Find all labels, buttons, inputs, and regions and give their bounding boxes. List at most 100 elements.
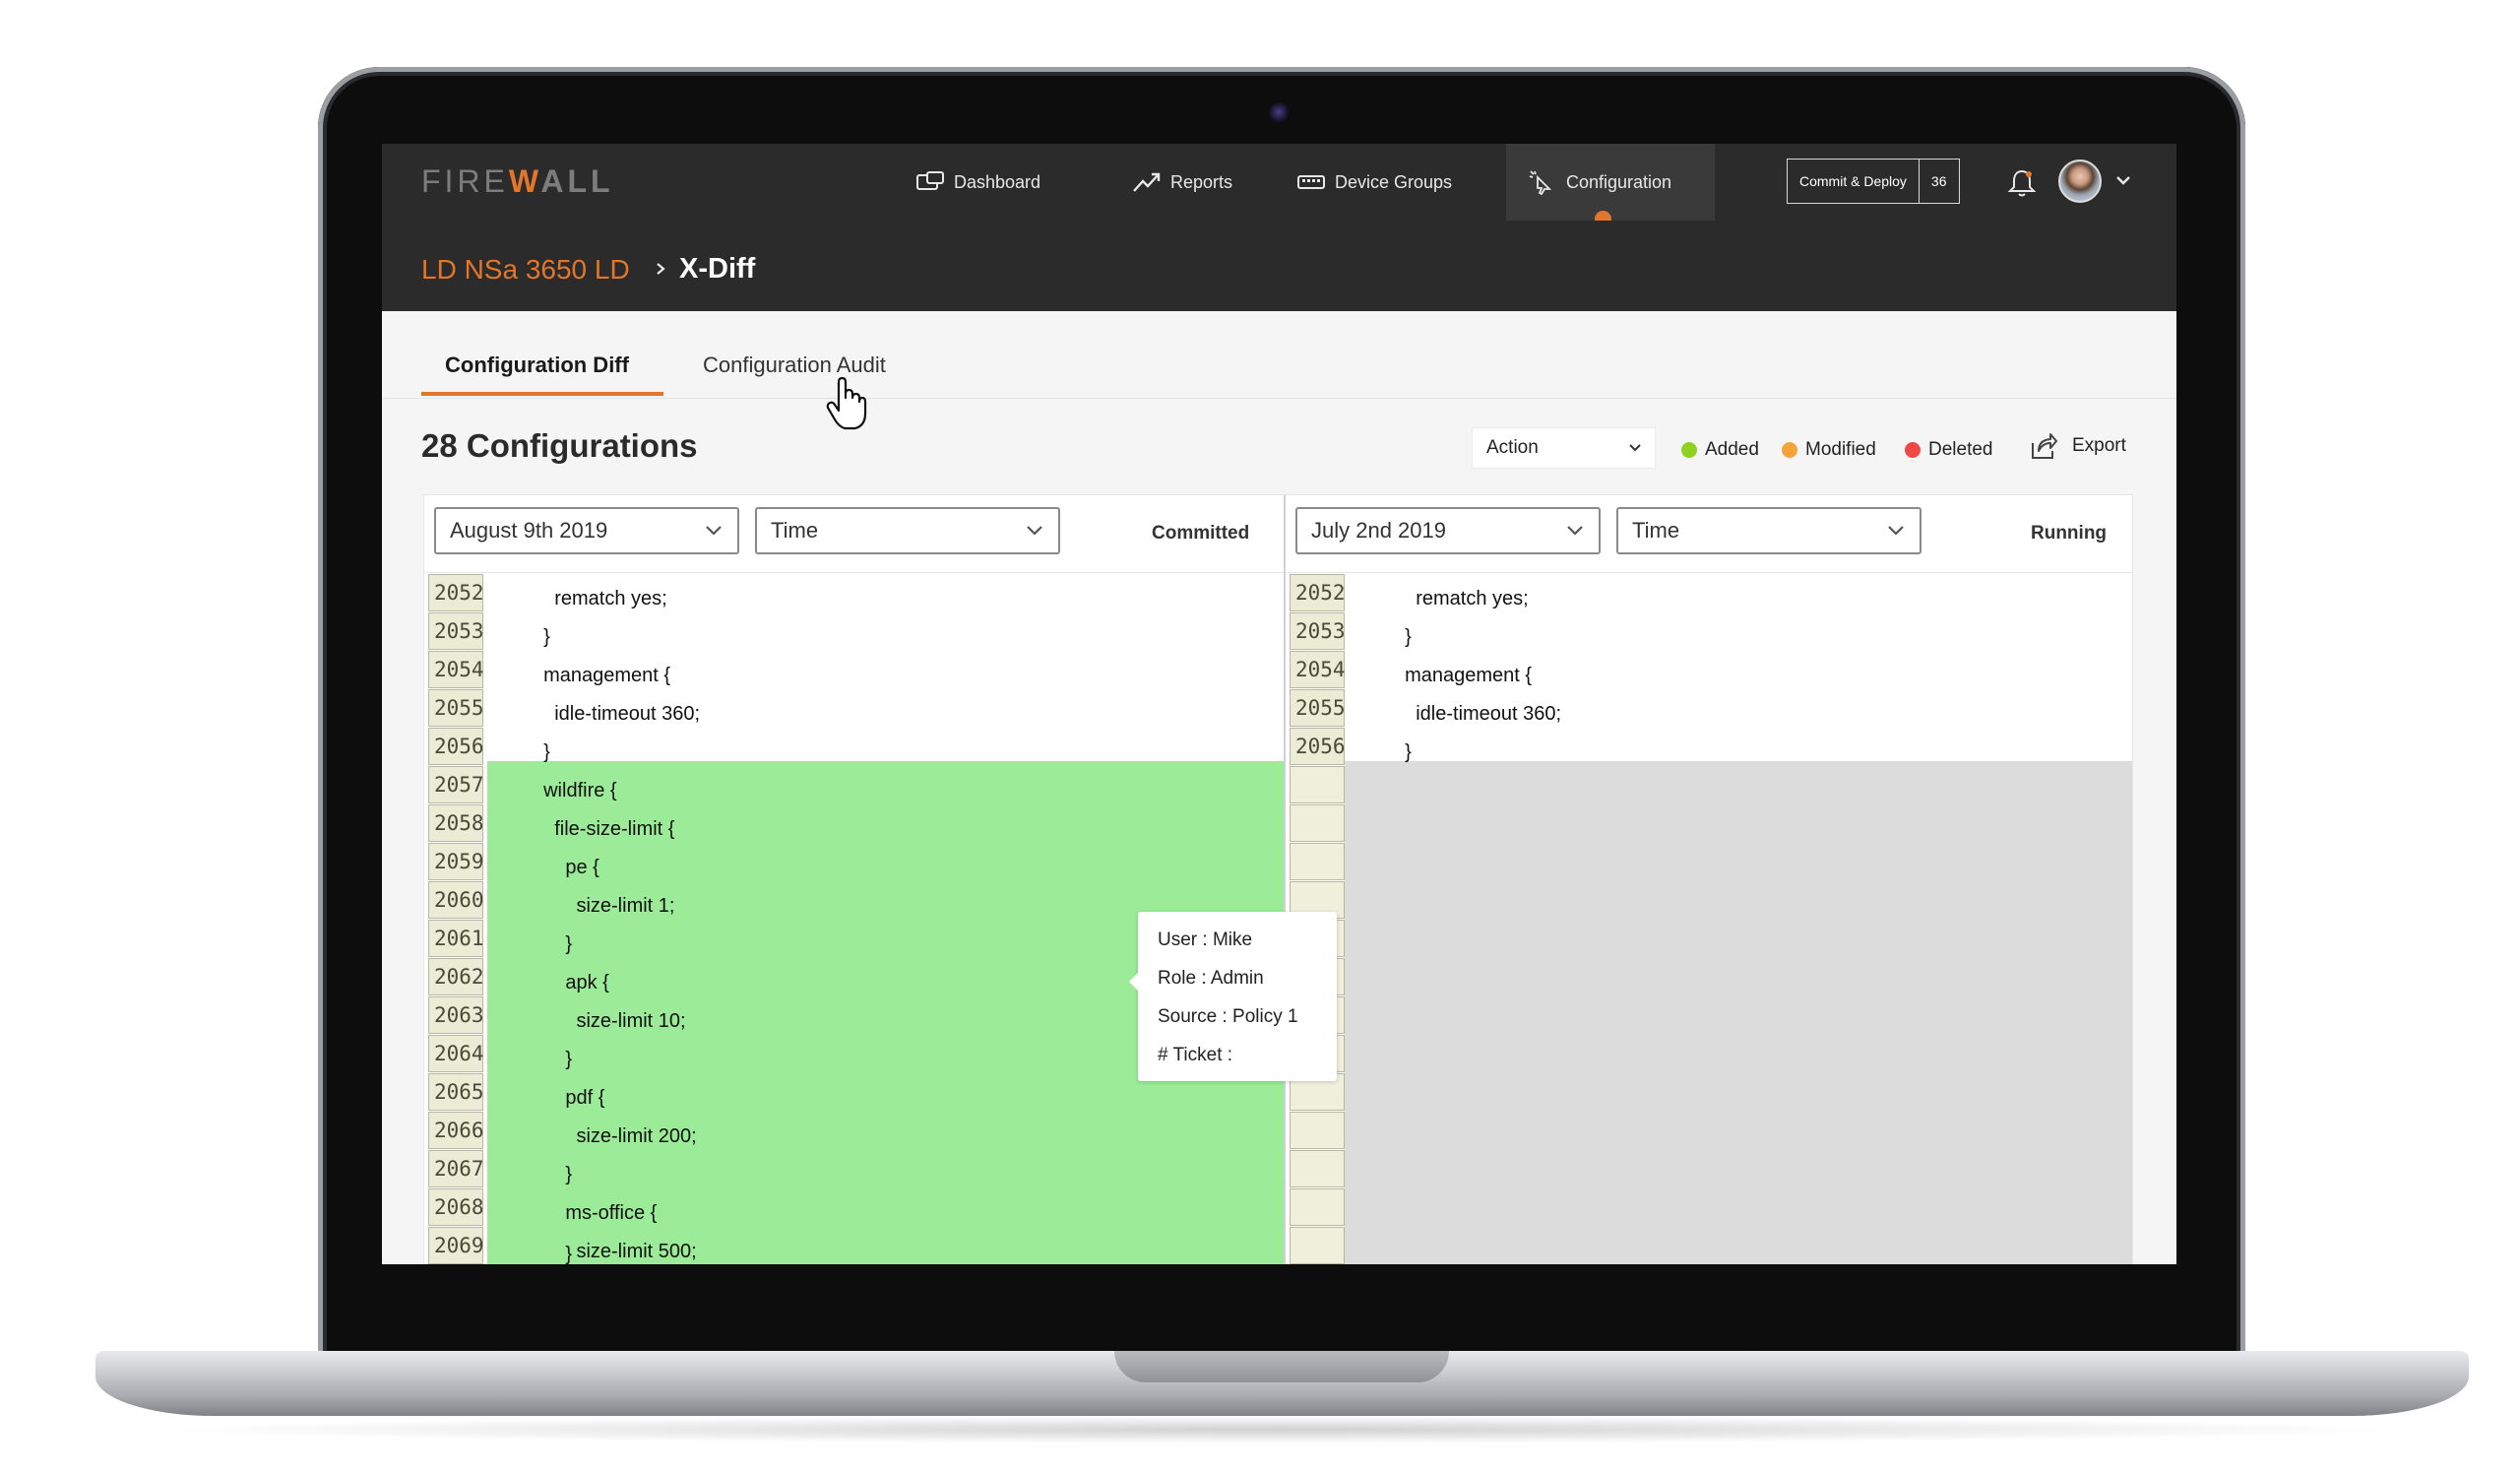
line-number — [1290, 804, 1345, 842]
code-line: idle-timeout 360; — [1394, 703, 1562, 725]
line-number: 2066 — [428, 1112, 484, 1149]
line-number — [1290, 766, 1345, 803]
line-number — [1290, 1150, 1345, 1187]
left-controls: August 9th 2019 Time Committed — [424, 495, 1284, 573]
left-state-label: Committed — [1152, 523, 1250, 544]
line-number — [1290, 1227, 1345, 1264]
right-date-select[interactable]: July 2nd 2019 — [1295, 507, 1601, 554]
legend-deleted-label: Deleted — [1928, 439, 1993, 460]
line-number: 2068 — [428, 1188, 484, 1226]
user-avatar[interactable] — [2058, 160, 2102, 203]
nav-device-groups-label: Device Groups — [1335, 171, 1453, 192]
right-controls: July 2nd 2019 Time Running — [1286, 495, 2132, 573]
code-line: management { — [1394, 665, 1533, 686]
tooltip-role: Role : Admin — [1158, 968, 1264, 989]
chevron-down-icon — [1629, 444, 1641, 452]
page-title: X-Diff — [679, 253, 756, 285]
commit-deploy-button[interactable]: Commit & Deploy 36 — [1787, 159, 1960, 204]
line-number: 2056 — [1290, 728, 1346, 765]
legend-modified: Modified — [1782, 439, 1876, 461]
left-time-value: Time — [771, 518, 819, 543]
configurations-count-title: 28 Configurations — [421, 427, 698, 464]
code-line: } — [533, 1244, 573, 1264]
line-number — [1290, 843, 1345, 880]
code-line: } — [533, 741, 550, 763]
line-number: 2052 — [428, 574, 484, 611]
chevron-right-icon — [657, 263, 665, 275]
code-line: management { — [533, 665, 671, 686]
code-line: size-limit 1; — [533, 895, 675, 917]
line-number: 2053 — [1290, 612, 1346, 650]
code-line: ms-office { — [533, 1202, 658, 1224]
nav-dashboard-label: Dashboard — [954, 171, 1041, 192]
left-time-select[interactable]: Time — [755, 507, 1060, 554]
tab-bar: Configuration Diff Configuration Audit — [382, 311, 2176, 399]
tooltip-arrow — [1129, 973, 1138, 991]
nav-reports-label: Reports — [1170, 171, 1233, 192]
right-state-label: Running — [2031, 523, 2108, 544]
active-tab-underline — [421, 392, 663, 396]
tab-configuration-audit[interactable]: Configuration Audit — [703, 352, 886, 378]
code-line: pe { — [533, 857, 599, 878]
code-line: rematch yes; — [1394, 588, 1529, 609]
line-number: 2063 — [428, 996, 484, 1034]
firewall-logo[interactable]: FIREWALL — [421, 163, 614, 200]
line-number: 2055 — [428, 689, 484, 727]
code-line: wildfire { — [533, 780, 617, 801]
tab-configuration-diff[interactable]: Configuration Diff — [445, 352, 629, 378]
chevron-down-icon[interactable] — [2114, 173, 2132, 187]
line-number: 2056 — [428, 728, 484, 765]
cursor-click-icon — [1529, 170, 1552, 195]
logo-text-all: ALL — [540, 163, 614, 199]
code-line: } — [533, 933, 573, 955]
export-label: Export — [2072, 435, 2126, 456]
notification-bell-icon[interactable] — [2007, 167, 2037, 199]
legend-added: Added — [1681, 439, 1759, 461]
code-line: } — [533, 1164, 573, 1186]
export-button[interactable]: Export — [2029, 431, 2126, 461]
chevron-down-icon — [1027, 526, 1042, 536]
chevron-down-icon — [1888, 526, 1904, 536]
commit-deploy-label: Commit & Deploy — [1799, 173, 1907, 189]
legend-modified-label: Modified — [1805, 439, 1876, 460]
line-number: 2057 — [428, 766, 484, 803]
line-number: 2053 — [428, 612, 484, 650]
action-dropdown[interactable]: Action — [1472, 427, 1656, 469]
code-line: idle-timeout 360; — [533, 703, 701, 725]
nav-device-groups[interactable]: Device Groups — [1296, 144, 1452, 221]
modified-dot-icon — [1782, 442, 1797, 458]
laptop-notch — [1114, 1351, 1449, 1382]
code-line: } — [533, 626, 550, 648]
app-screen: FIREWALL Dashboard Reports Device Groups… — [382, 144, 2176, 1264]
line-number: 2069 — [428, 1227, 484, 1264]
breadcrumb: LD NSa 3650 LD X-Diff — [382, 221, 2176, 311]
pane-divider[interactable] — [1284, 495, 1286, 1264]
tooltip-source: Source : Policy 1 — [1158, 1006, 1298, 1027]
empty-block-highlight — [1345, 761, 2132, 1264]
line-number — [1290, 1188, 1345, 1226]
line-number: 2065 — [428, 1073, 484, 1111]
left-date-select[interactable]: August 9th 2019 — [434, 507, 739, 554]
logo-text-fire: FIRE — [421, 163, 509, 199]
breadcrumb-parent-link[interactable]: LD NSa 3650 LD — [421, 254, 630, 286]
code-line: size-limit 10; — [533, 1010, 686, 1032]
left-date-value: August 9th 2019 — [450, 518, 608, 543]
nav-reports[interactable]: Reports — [1132, 144, 1232, 221]
nav-configuration[interactable]: Configuration — [1506, 144, 1715, 221]
logo-text-w: W — [508, 163, 541, 199]
hand-pointer-icon — [826, 376, 867, 430]
legend-deleted: Deleted — [1905, 439, 1993, 461]
chevron-down-icon — [1567, 526, 1583, 536]
deleted-dot-icon — [1905, 442, 1921, 458]
right-date-value: July 2nd 2019 — [1311, 518, 1446, 543]
line-number: 2058 — [428, 804, 484, 842]
line-number: 2061 — [428, 920, 484, 957]
right-time-value: Time — [1632, 518, 1680, 543]
trending-icon — [1133, 172, 1161, 192]
device-groups-icon — [1297, 175, 1325, 189]
right-time-select[interactable]: Time — [1616, 507, 1922, 554]
code-line: apk { — [533, 972, 609, 993]
nav-dashboard[interactable]: Dashboard — [915, 144, 1040, 221]
tooltip-user: User : Mike — [1158, 929, 1253, 950]
line-number: 2064 — [428, 1035, 484, 1072]
